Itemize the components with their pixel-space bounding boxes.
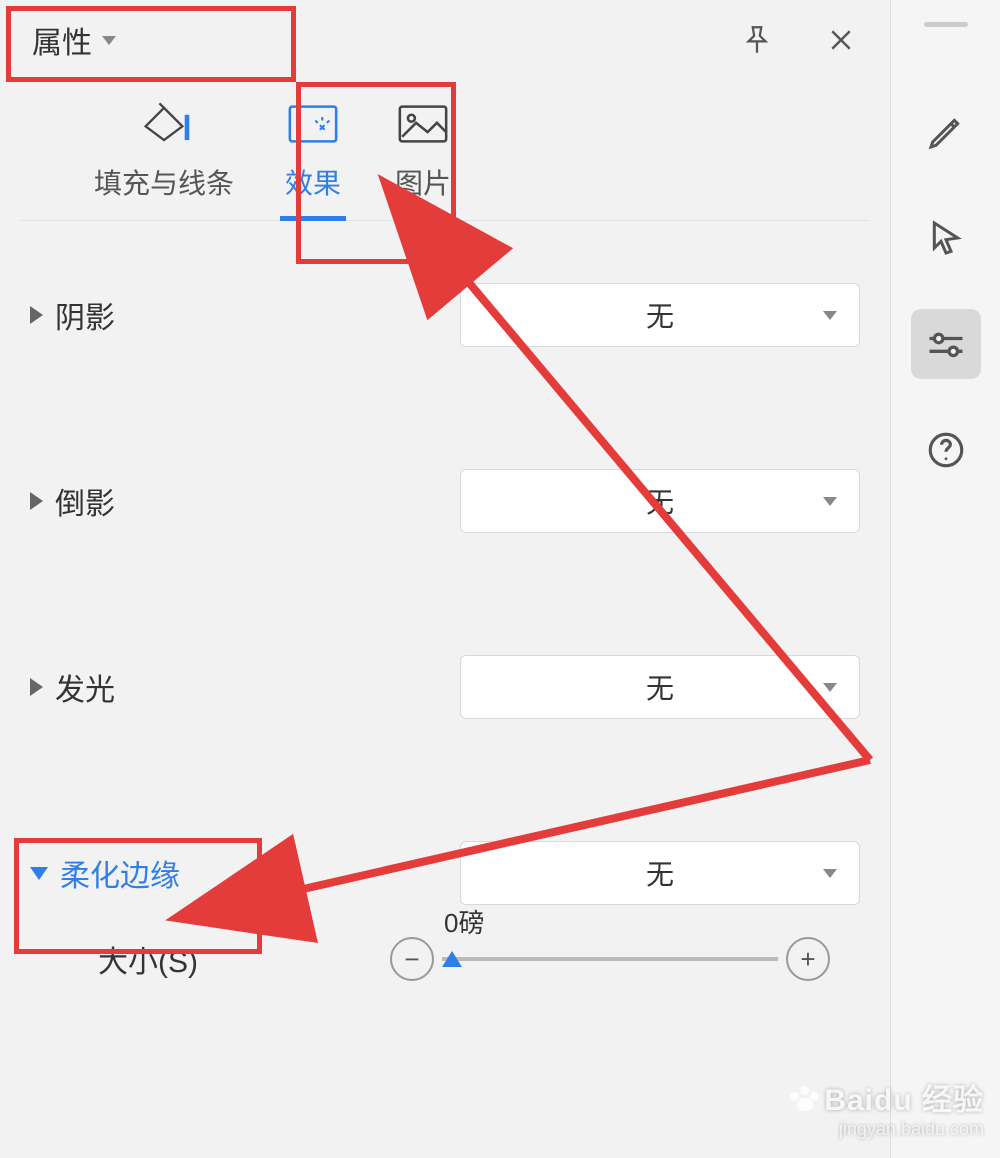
panel-header: 属性	[0, 0, 890, 80]
decrease-button[interactable]: −	[390, 937, 434, 981]
section-toggle-shadow[interactable]: 阴影	[30, 293, 115, 337]
caret-down-icon	[823, 683, 837, 692]
dropdown-value: 无	[646, 853, 674, 893]
pin-button[interactable]	[738, 21, 776, 59]
watermark-text: Baidu 经验	[824, 1084, 984, 1117]
help-tool[interactable]	[911, 415, 981, 485]
chevron-right-icon	[30, 492, 43, 510]
section-label-text: 发光	[55, 665, 115, 709]
size-row: 大小(S) 0磅 − +	[30, 911, 860, 981]
section-glow: 发光 无	[0, 649, 890, 725]
shadow-dropdown[interactable]: 无	[460, 283, 860, 347]
chevron-down-icon	[30, 867, 48, 880]
tab-label: 效果	[285, 162, 341, 202]
caret-down-icon	[102, 36, 116, 45]
dropdown-value: 无	[646, 295, 674, 335]
size-label: 大小(S)	[98, 937, 198, 981]
chevron-right-icon	[30, 306, 43, 324]
slider-track[interactable]	[442, 957, 778, 961]
pencil-tool[interactable]	[911, 97, 981, 167]
soft-edges-dropdown[interactable]: 无	[460, 841, 860, 905]
right-toolbar	[890, 0, 1000, 1158]
tab-effects[interactable]: 效果	[258, 90, 368, 220]
reflection-dropdown[interactable]: 无	[460, 469, 860, 533]
section-shadow: 阴影 无	[0, 277, 890, 353]
section-soft-edges: 柔化边缘 无 大小(S) 0磅 − +	[0, 835, 890, 981]
caret-down-icon	[823, 869, 837, 878]
adjust-tool[interactable]	[911, 309, 981, 379]
section-toggle-glow[interactable]: 发光	[30, 665, 115, 709]
dropdown-value: 无	[646, 481, 674, 521]
tab-label: 图片	[395, 162, 451, 202]
select-tool[interactable]	[911, 203, 981, 273]
drag-handle-icon[interactable]	[924, 22, 968, 27]
section-label-text: 阴影	[55, 293, 115, 337]
tab-label: 填充与线条	[94, 162, 234, 202]
properties-panel: 属性	[0, 0, 890, 1158]
increase-button[interactable]: +	[786, 937, 830, 981]
paint-bucket-icon	[133, 100, 195, 148]
section-reflection: 倒影 无	[0, 463, 890, 539]
caret-down-icon	[823, 311, 837, 320]
size-slider[interactable]: 0磅 − +	[390, 937, 830, 981]
picture-icon	[392, 100, 454, 148]
chevron-right-icon	[30, 678, 43, 696]
panel-title-dropdown[interactable]: 属性	[22, 12, 126, 68]
close-button[interactable]	[822, 21, 860, 59]
paw-icon	[790, 1086, 820, 1112]
tab-picture[interactable]: 图片	[368, 90, 478, 220]
section-toggle-reflection[interactable]: 倒影	[30, 479, 115, 523]
panel-title-text: 属性	[32, 18, 92, 62]
tabs: 填充与线条 效果 图片	[20, 80, 870, 221]
header-actions	[738, 21, 860, 59]
slider-thumb[interactable]	[442, 951, 462, 967]
size-value: 0磅	[444, 903, 484, 940]
watermark-sub: jingyan.baidu.com	[790, 1119, 984, 1140]
section-toggle-soft-edges[interactable]: 柔化边缘	[30, 851, 180, 895]
dropdown-value: 无	[646, 667, 674, 707]
tab-fill-and-line[interactable]: 填充与线条	[70, 90, 258, 220]
section-label-text: 柔化边缘	[60, 851, 180, 895]
effects-icon	[282, 100, 344, 148]
glow-dropdown[interactable]: 无	[460, 655, 860, 719]
caret-down-icon	[823, 497, 837, 506]
section-label-text: 倒影	[55, 479, 115, 523]
watermark: Baidu 经验 jingyan.baidu.com	[790, 1075, 984, 1140]
